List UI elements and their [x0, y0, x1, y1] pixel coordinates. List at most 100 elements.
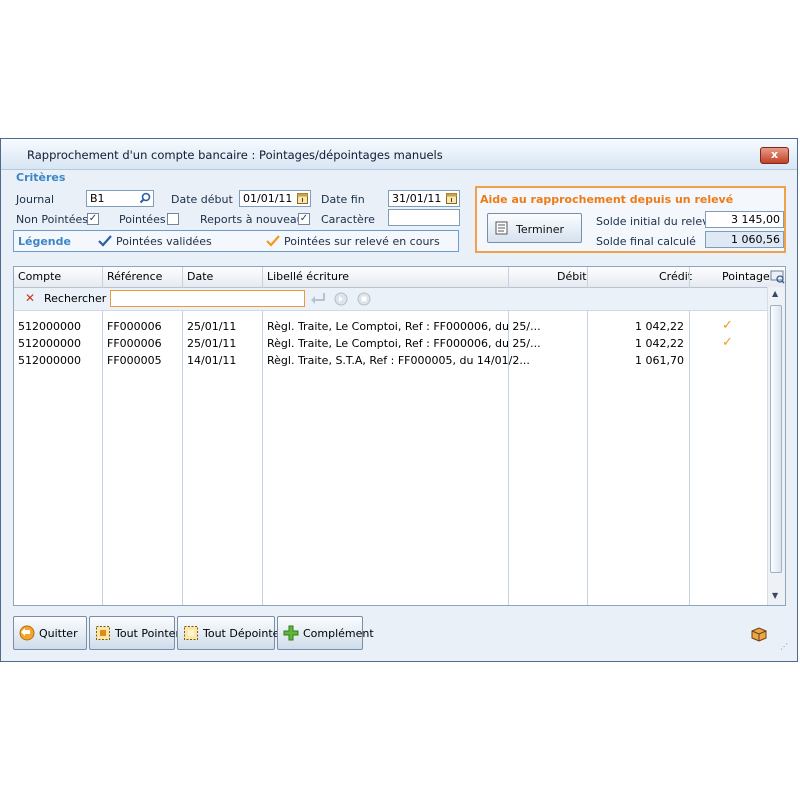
check-orange-icon — [266, 235, 280, 247]
title-bar[interactable]: Rapprochement d'un compte bancaire : Poi… — [1, 139, 797, 170]
stop-search-icon[interactable] — [357, 292, 371, 306]
package-icon[interactable] — [750, 626, 768, 642]
cell-date: 25/01/11 — [187, 320, 237, 333]
caractere-label: Caractère — [321, 213, 375, 226]
cell-compte: 512000000 — [18, 320, 81, 333]
resize-grip-icon[interactable]: ⋰ — [780, 642, 788, 651]
table-row[interactable]: 512000000 FF000005 14/01/11 Règl. Traite… — [14, 353, 769, 369]
solde-initial-label: Solde initial du relevé — [596, 215, 716, 228]
non-pointees-label: Non Pointées — [16, 213, 89, 226]
quitter-button[interactable]: Quitter — [13, 616, 87, 650]
check-blue-icon — [98, 235, 112, 247]
solde-final-field: 1 060,56 — [705, 231, 784, 248]
date-fin-label: Date fin — [321, 193, 365, 206]
exit-icon — [19, 625, 35, 641]
column-header-credit[interactable]: Crédit — [659, 270, 692, 283]
calendar-icon[interactable] — [446, 192, 457, 204]
cell-credit: 1 061,70 — [635, 354, 684, 367]
plus-icon — [283, 625, 299, 641]
cell-libelle: Règl. Traite, Le Comptoi, Ref : FF000006… — [267, 337, 541, 350]
pointees-checkbox[interactable] — [167, 213, 179, 225]
column-header-date[interactable]: Date — [187, 270, 213, 283]
pointage-check-icon[interactable]: ✓ — [722, 335, 733, 350]
cell-reference: FF000005 — [107, 354, 162, 367]
complement-label: Complément — [303, 627, 374, 640]
search-label: Rechercher : — [44, 292, 114, 305]
cell-libelle: Règl. Traite, S.T.A, Ref : FF000005, du … — [267, 354, 530, 367]
column-header-reference[interactable]: Référence — [107, 270, 162, 283]
cell-reference: FF000006 — [107, 337, 162, 350]
journal-field[interactable]: B1 — [86, 190, 154, 207]
legend-title: Légende — [18, 235, 71, 248]
criteria-section-title: Critères — [16, 171, 66, 184]
quitter-label: Quitter — [39, 627, 78, 640]
tout-pointer-button[interactable]: Tout Pointer — [89, 616, 180, 650]
cell-reference: FF000006 — [107, 320, 162, 333]
table-row[interactable]: 512000000 FF000006 25/01/11 Règl. Traite… — [14, 335, 769, 352]
column-header-libelle[interactable]: Libellé écriture — [267, 270, 349, 283]
aide-panel: Aide au rapprochement depuis un relevé T… — [475, 186, 786, 253]
non-pointees-checkbox[interactable]: ✓ — [87, 213, 99, 225]
date-debut-value: 01/01/11 — [243, 192, 293, 205]
aide-title: Aide au rapprochement depuis un relevé — [480, 193, 734, 206]
reports-checkbox[interactable]: ✓ — [298, 213, 310, 225]
cell-date: 14/01/11 — [187, 354, 237, 367]
cell-credit: 1 042,22 — [635, 320, 684, 333]
cell-date: 25/01/11 — [187, 337, 237, 350]
reports-label: Reports à nouveau — [200, 213, 304, 226]
date-fin-field[interactable]: 31/01/11 — [388, 190, 460, 207]
cell-credit: 1 042,22 — [635, 337, 684, 350]
pointees-label: Pointées — [119, 213, 166, 226]
document-icon — [495, 221, 508, 235]
search-row: ✕ Rechercher : — [14, 288, 769, 311]
journal-label: Journal — [16, 193, 55, 206]
entries-table: Compte Référence Date Libellé écriture D… — [13, 266, 786, 606]
column-divider — [689, 267, 690, 605]
tout-depointer-label: Tout Dépointer — [203, 627, 284, 640]
column-header-debit[interactable]: Débit — [557, 270, 587, 283]
date-debut-label: Date début — [171, 193, 233, 206]
vertical-scrollbar[interactable]: ▲ ▼ — [767, 287, 785, 605]
solde-final-value: 1 060,56 — [731, 233, 780, 246]
journal-value: B1 — [90, 192, 105, 205]
column-divider — [102, 267, 103, 605]
select-all-icon — [96, 626, 110, 640]
date-fin-value: 31/01/11 — [392, 192, 442, 205]
legend-current-label: Pointées sur relevé en cours — [284, 235, 440, 248]
caractere-field[interactable] — [388, 209, 460, 226]
cell-libelle: Règl. Traite, Le Comptoi, Ref : FF000006… — [267, 320, 541, 333]
solde-final-label: Solde final calculé — [596, 235, 696, 248]
complement-button[interactable]: Complément — [277, 616, 374, 650]
terminer-button[interactable]: Terminer — [487, 213, 582, 243]
table-row[interactable]: 512000000 FF000006 25/01/11 Règl. Traite… — [14, 318, 769, 335]
calendar-icon[interactable] — [297, 192, 308, 204]
next-result-icon[interactable] — [334, 292, 348, 306]
cell-compte: 512000000 — [18, 337, 81, 350]
tout-depointer-button[interactable]: Tout Dépointer — [177, 616, 284, 650]
column-divider — [587, 267, 588, 605]
clear-search-icon[interactable]: ✕ — [25, 291, 35, 305]
solde-initial-field[interactable]: 3 145,00 — [705, 211, 784, 228]
pointage-check-icon[interactable]: ✓ — [722, 318, 733, 333]
tout-pointer-label: Tout Pointer — [115, 627, 180, 640]
column-settings-icon[interactable] — [770, 269, 785, 284]
column-divider — [182, 267, 183, 605]
legend-box: Légende Pointées validées Pointées sur r… — [13, 230, 459, 252]
scroll-down-icon[interactable]: ▼ — [772, 591, 778, 600]
search-input[interactable] — [110, 290, 305, 307]
scroll-up-icon[interactable]: ▲ — [772, 289, 778, 298]
legend-validated-label: Pointées validées — [116, 235, 212, 248]
scrollbar-thumb[interactable] — [770, 305, 782, 573]
solde-initial-value: 3 145,00 — [731, 213, 780, 226]
column-header-pointage[interactable]: Pointage — [722, 270, 770, 283]
enter-icon[interactable] — [310, 292, 326, 305]
deselect-all-icon — [184, 626, 198, 640]
column-divider — [262, 267, 263, 605]
column-header-compte[interactable]: Compte — [18, 270, 61, 283]
close-button[interactable]: x — [760, 147, 789, 164]
date-debut-field[interactable]: 01/01/11 — [239, 190, 311, 207]
search-icon[interactable] — [139, 192, 151, 204]
column-divider — [508, 267, 509, 605]
table-header: Compte Référence Date Libellé écriture D… — [14, 267, 785, 288]
window-title: Rapprochement d'un compte bancaire : Poi… — [27, 148, 443, 162]
